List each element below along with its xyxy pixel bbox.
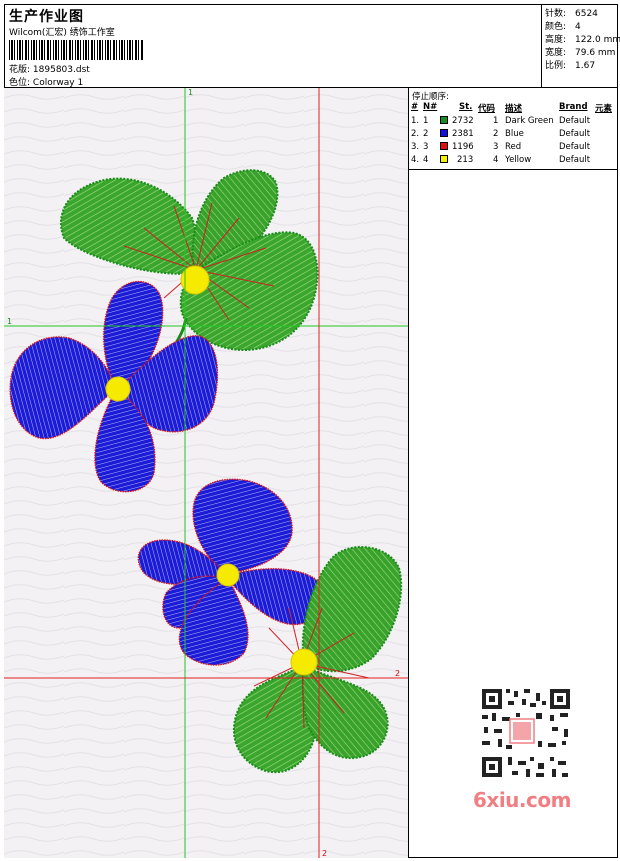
- color-swatch-yellow: [440, 155, 448, 163]
- color-sequence-table: 停止顺序: # N# St. 代码 描述 Brand 元素 1. 1 2732 …: [409, 88, 618, 170]
- col-header-code: 代码: [478, 104, 496, 114]
- qr-logo: [513, 722, 531, 740]
- lower-center: [290, 648, 318, 676]
- stop-sequence-label: 停止顺序:: [412, 92, 449, 102]
- embroidery-preview: 1 1 2 2: [4, 88, 408, 858]
- watermark: 6xiu.com: [473, 788, 571, 812]
- header-panel: 生产作业图 Wilcom(汇宏) 绣饰工作室 花版: 1895803.dst 色…: [4, 4, 542, 88]
- barcode: [9, 40, 143, 60]
- red-guide-label-right: 2: [395, 669, 400, 678]
- design-label: 花版:: [9, 65, 31, 75]
- col-header-desc: 描述: [505, 104, 523, 114]
- colorway-value: Colorway 1: [32, 78, 84, 88]
- color-swatch-red: [440, 142, 448, 150]
- color-swatch-dark-green: [440, 116, 448, 124]
- stat-scale: 比例: 1.67: [545, 61, 596, 71]
- colorway-label: 色位:: [9, 78, 31, 88]
- color-swatch-blue: [440, 129, 448, 137]
- col-header-brand: Brand: [559, 102, 588, 112]
- qr-code: [472, 683, 576, 783]
- stat-stitches: 针数: 6524: [545, 9, 598, 19]
- col-header-num: #: [411, 102, 419, 112]
- stats-panel: 针数: 6524 颜色: 4 高度: 122.0 mm 宽度: 79.6 mm 比例: 1…: [541, 4, 620, 88]
- page-title: 生产作业图: [9, 9, 84, 25]
- green-guide-label-left: 1: [7, 317, 12, 326]
- stat-colors: 颜色: 4: [545, 22, 581, 32]
- colorway-line: 色位: Colorway 1: [9, 75, 83, 88]
- design-preview-canvas: 1 1 2 2: [4, 88, 409, 858]
- design-file: 1895803.dst: [32, 65, 90, 75]
- col-header-element: 元素: [595, 104, 613, 114]
- design-file-line: 花版: 1895803.dst: [9, 62, 90, 75]
- col-header-stitches: St.: [459, 102, 473, 112]
- col-header-n: N#: [423, 102, 438, 112]
- stat-height: 高度: 122.0 mm: [545, 35, 620, 45]
- stat-width: 宽度: 79.6 mm: [545, 48, 616, 58]
- company-name: Wilcom(汇宏) 绣饰工作室: [9, 28, 115, 38]
- red-guide-label-bottom: 2: [322, 849, 327, 858]
- green-guide-label-top: 1: [188, 88, 193, 97]
